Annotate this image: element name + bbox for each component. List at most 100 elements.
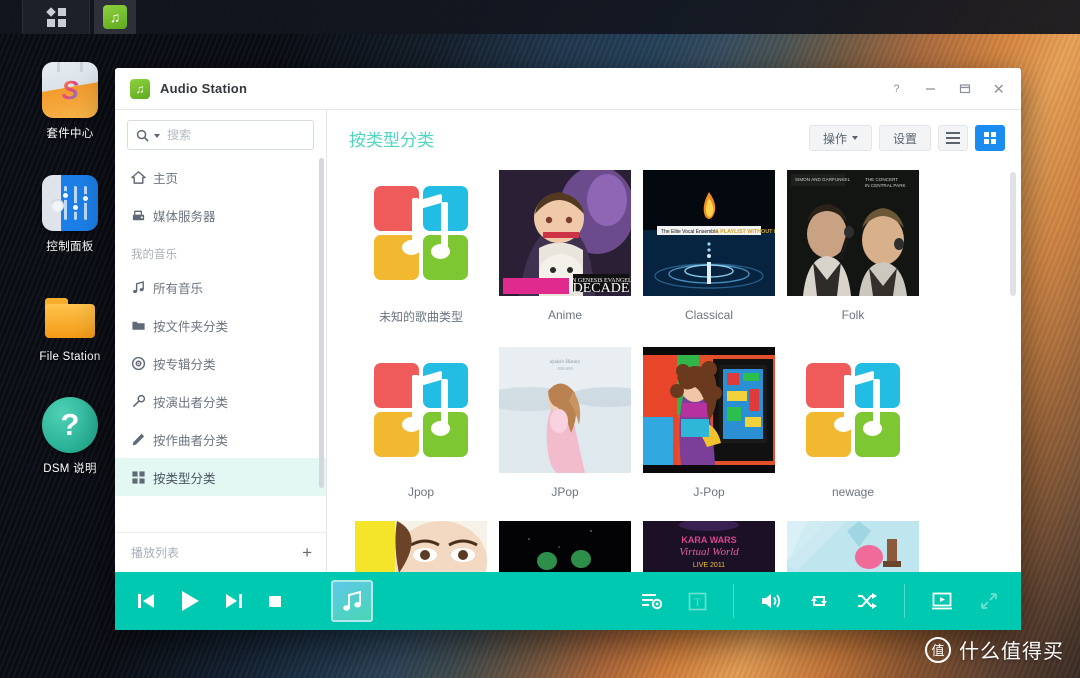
sidebar-item-label: 按演出者分类 xyxy=(153,392,228,411)
add-playlist-button[interactable]: + xyxy=(302,544,312,561)
search-container xyxy=(115,110,326,158)
search-input[interactable] xyxy=(167,128,305,142)
next-button[interactable] xyxy=(223,590,245,612)
genre-tile[interactable]: KARA WARS Virtual World LIVE 2011 xyxy=(637,521,781,572)
genre-label: Classical xyxy=(637,308,781,322)
settings-button[interactable]: 设置 xyxy=(879,125,931,151)
sidebar-item-label: 按文件夹分类 xyxy=(153,316,228,335)
watermark: 值 什么值得买 xyxy=(925,635,1064,664)
sidebar-item-label: 按专辑分类 xyxy=(153,354,216,373)
help-button[interactable]: ? xyxy=(879,72,913,106)
playlist-section: 播放列表 + xyxy=(115,532,326,572)
genre-tile[interactable]: newage xyxy=(781,347,925,521)
sidebar-item-home[interactable]: 主页 xyxy=(115,158,326,196)
window-titlebar[interactable]: ♫ Audio Station ? xyxy=(115,68,1021,110)
dsm-help-icon: ? xyxy=(42,397,98,453)
microphone-icon xyxy=(131,394,153,409)
sidebar-item-label: 主页 xyxy=(153,168,178,187)
shortcut-package-center[interactable]: S 套件中心 xyxy=(28,62,112,141)
play-button[interactable] xyxy=(177,588,203,614)
home-icon xyxy=(131,170,153,185)
album-art: SIMON AND GARFUNKEL THE CONCERT IN CENTR… xyxy=(787,170,919,296)
audio-station-window: ♫ Audio Station ? xyxy=(115,68,1021,630)
grid-view-icon xyxy=(984,132,996,144)
genre-tile[interactable] xyxy=(493,521,637,572)
genre-tile[interactable]: The Elite Vocal Ensemble A PLAYLIST WITH… xyxy=(637,170,781,347)
genre-tile[interactable]: Jpop xyxy=(349,347,493,521)
page-title: 按类型分类 xyxy=(349,126,434,151)
genre-label: newage xyxy=(781,485,925,499)
genre-tile[interactable]: NEON GENESIS EVANGELION DECADE Anime xyxy=(493,170,637,347)
sidebar-scrollbar[interactable] xyxy=(319,158,324,488)
stop-button[interactable] xyxy=(265,591,285,611)
sidebar-item-label: 媒体服务器 xyxy=(153,206,216,225)
shuffle-button[interactable] xyxy=(856,591,878,611)
sidebar-item-by-album[interactable]: 按专辑分类 xyxy=(115,344,326,382)
genre-tile[interactable]: 未知的歌曲类型 xyxy=(349,170,493,347)
album-art: The Elite Vocal Ensemble A PLAYLIST WITH… xyxy=(643,170,775,296)
repeat-button[interactable] xyxy=(808,591,830,611)
actions-button[interactable]: 操作 xyxy=(809,125,872,151)
search-box[interactable] xyxy=(127,120,314,150)
svg-text:The Elite Vocal Ensemble: The Elite Vocal Ensemble xyxy=(661,229,718,235)
desktop-shortcuts: S 套件中心 控制面板 File Station ? DSM 说明 xyxy=(28,62,112,510)
sidebar-item-media-server[interactable]: 媒体服务器 xyxy=(115,196,326,234)
now-playing-thumbnail[interactable] xyxy=(331,580,373,622)
shortcut-dsm-help[interactable]: ? DSM 说明 xyxy=(28,397,112,476)
watermark-text: 什么值得买 xyxy=(959,635,1064,664)
album-art xyxy=(787,521,919,572)
genre-tile[interactable]: J-Pop xyxy=(637,347,781,521)
taskbar-app-audio-station[interactable]: ♫ xyxy=(94,0,136,34)
settings-label: 设置 xyxy=(893,130,917,147)
watermark-badge: 值 xyxy=(925,637,951,663)
close-button[interactable] xyxy=(981,72,1015,106)
album-art: ayaka's History 2006-2009 xyxy=(499,347,631,473)
album-art: NEON GENESIS EVANGELION DECADE xyxy=(499,170,631,296)
music-note-icon xyxy=(131,280,153,295)
window-title: Audio Station xyxy=(160,81,247,96)
genre-label: 未知的歌曲类型 xyxy=(349,308,493,325)
volume-button[interactable] xyxy=(760,591,782,611)
cast-button[interactable] xyxy=(931,591,953,611)
file-station-icon xyxy=(42,288,98,344)
shortcut-control-panel[interactable]: 控制面板 xyxy=(28,175,112,254)
chevron-down-icon xyxy=(852,136,858,140)
sidebar-item-all-music[interactable]: 所有音乐 xyxy=(115,268,326,306)
content-scrollbar[interactable] xyxy=(1010,172,1016,296)
genre-tile[interactable]: SIMON AND GARFUNKEL THE CONCERT IN CENTR… xyxy=(781,170,925,347)
main-menu-button[interactable] xyxy=(22,0,90,34)
previous-button[interactable] xyxy=(135,590,157,612)
album-art xyxy=(499,521,631,572)
genre-label: Anime xyxy=(493,308,637,322)
minimize-button[interactable] xyxy=(913,72,947,106)
sidebar-item-by-composer[interactable]: 按作曲者分类 xyxy=(115,420,326,458)
sidebar-item-by-folder[interactable]: 按文件夹分类 xyxy=(115,306,326,344)
maximize-button[interactable] xyxy=(947,72,981,106)
grid-row: KARA WARS Virtual World LIVE 2011 xyxy=(349,521,1003,572)
album-art: KARA WARS Virtual World LIVE 2011 xyxy=(643,521,775,572)
genre-tile[interactable] xyxy=(349,521,493,572)
content-header: 按类型分类 操作 设置 xyxy=(327,110,1021,166)
genre-tile[interactable] xyxy=(781,521,925,572)
player-group-audio xyxy=(733,584,904,618)
sidebar-item-label: 按作曲者分类 xyxy=(153,430,228,449)
album-art-placeholder xyxy=(355,170,487,296)
shortcut-file-station[interactable]: File Station xyxy=(28,288,112,363)
list-view-button[interactable] xyxy=(938,125,968,151)
svg-text:THE CONCERT: THE CONCERT xyxy=(865,177,898,182)
queue-button[interactable] xyxy=(641,592,662,610)
sidebar-item-label: 所有音乐 xyxy=(153,278,203,297)
minimize-player-button[interactable] xyxy=(979,591,999,611)
svg-text:Virtual World: Virtual World xyxy=(679,546,739,558)
grid-view-button[interactable] xyxy=(975,125,1005,151)
svg-text:ayaka's History: ayaka's History xyxy=(550,360,581,365)
window-controls: ? xyxy=(879,72,1015,106)
sidebar-item-by-genre[interactable]: 按类型分类 xyxy=(115,458,326,496)
svg-text:IN CENTRAL PARK: IN CENTRAL PARK xyxy=(865,183,907,188)
shortcut-label: File Station xyxy=(28,351,112,363)
genre-tile[interactable]: ayaka's History 2006-2009 JPop xyxy=(493,347,637,521)
lyrics-button[interactable]: T xyxy=(688,592,707,611)
content-area: 按类型分类 操作 设置 xyxy=(327,110,1021,572)
sidebar-item-label: 按类型分类 xyxy=(153,468,216,487)
sidebar-item-by-artist[interactable]: 按演出者分类 xyxy=(115,382,326,420)
